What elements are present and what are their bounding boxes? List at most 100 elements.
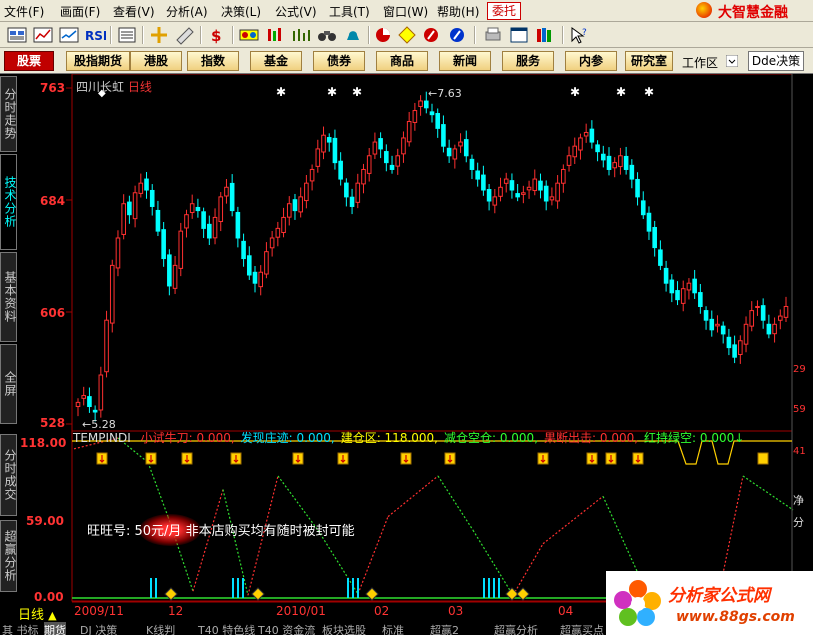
candle-body — [92, 409, 98, 413]
dollar-icon[interactable]: $ — [206, 25, 228, 45]
side-tab-fundamentals[interactable]: 基本资料 — [0, 252, 17, 342]
bottom-tab[interactable]: 超赢买点 — [560, 622, 604, 635]
diamond-icon[interactable] — [396, 25, 418, 45]
candle-body — [315, 148, 321, 167]
candle-body — [224, 186, 229, 197]
nav-index-button[interactable]: 指数 — [187, 51, 239, 71]
candle-body — [326, 137, 332, 143]
bottom-tab[interactable]: 板块选股 — [322, 622, 366, 635]
pie-icon[interactable] — [372, 25, 394, 45]
bottom-tab[interactable]: K线判 — [146, 622, 175, 635]
toolbar-separator — [562, 26, 564, 44]
compare-icon[interactable] — [290, 25, 312, 45]
stock-list-icon[interactable] — [116, 25, 138, 45]
date-label: 02 — [374, 604, 390, 618]
toolbar-separator — [474, 26, 476, 44]
menu-help[interactable]: 帮助(H) — [437, 3, 479, 20]
bottom-tab[interactable]: T40 特色线 — [198, 622, 255, 635]
bottom-tab[interactable]: 超赢分析 — [494, 622, 538, 635]
menu-file[interactable]: 文件(F) — [4, 3, 44, 20]
candle-body — [720, 325, 726, 335]
bottom-tab[interactable]: T40 资金流 — [258, 622, 315, 635]
chart-area[interactable]: ✱ ✱ ✱ ✱ ✱ ✱ ◆ 四川长虹 日线 763 684 606 528 ←7.63 ←5… — [18, 74, 813, 635]
nav-commodity-button[interactable]: 商品 — [376, 51, 428, 71]
candle-body — [583, 131, 589, 137]
nav-bond-button[interactable]: 债券 — [313, 51, 365, 71]
binoculars-icon[interactable] — [316, 25, 338, 45]
side-tab-fullscreen[interactable]: 全屏 — [0, 344, 17, 424]
print-icon[interactable] — [482, 25, 504, 45]
candle-body — [595, 144, 600, 153]
candle-body — [738, 340, 743, 355]
indicator-line — [147, 462, 169, 517]
rsi-icon[interactable]: RSI — [84, 25, 106, 45]
candle-body — [509, 180, 515, 191]
kline-icon[interactable] — [32, 25, 54, 45]
nav-index-futures-button[interactable]: 股指期货 — [66, 51, 130, 71]
candle-body — [384, 151, 389, 164]
period-arrow-icon[interactable]: ▲ — [48, 609, 56, 622]
side-tab-ticks[interactable]: 分时成交 — [0, 434, 17, 516]
menu-tools[interactable]: 工具(T) — [329, 3, 370, 20]
nav-service-button[interactable]: 服务 — [502, 51, 554, 71]
nav-insider-button[interactable]: 内参 — [565, 51, 617, 71]
menu-view[interactable]: 查看(V) — [113, 3, 155, 20]
nav-fund-button[interactable]: 基金 — [250, 51, 302, 71]
chart-canvas[interactable]: ✱ ✱ ✱ ✱ ✱ ✱◆ — [18, 74, 813, 635]
news-icon[interactable] — [238, 25, 260, 45]
entrust-button[interactable]: 委托 — [487, 2, 521, 20]
crosshair-icon[interactable] — [148, 25, 170, 45]
indicator-name: TEMPINDI — [73, 431, 131, 445]
candle-body — [772, 323, 777, 335]
candle-body — [121, 203, 126, 235]
bottom-tab[interactable]: 标准 — [382, 622, 404, 635]
nav-research-button[interactable]: 研究室 — [625, 51, 673, 71]
signal-star-icon: ✱ — [644, 85, 654, 99]
candle-body — [589, 128, 595, 143]
buy-signal-icon — [757, 452, 769, 465]
indicator-axis-label: 0.00 — [34, 590, 64, 604]
side-tab-superwin[interactable]: 超赢分析 — [0, 520, 17, 592]
nav-hk-stocks-button[interactable]: 港股 — [130, 51, 182, 71]
books-icon[interactable] — [534, 25, 556, 45]
window-icon[interactable] — [508, 25, 530, 45]
bell-icon[interactable] — [342, 25, 364, 45]
bottom-tab[interactable]: 期货 — [44, 622, 66, 635]
period-label: 日线 — [18, 608, 45, 623]
workspace-label[interactable]: 工作区 — [682, 54, 718, 71]
nav-stocks-button[interactable]: 股票 — [4, 51, 54, 71]
nav-news-button[interactable]: 新闻 — [439, 51, 491, 71]
menu-formula[interactable]: 公式(V) — [275, 3, 317, 20]
help-pointer-icon[interactable]: ? — [568, 25, 590, 45]
candle-body — [298, 196, 303, 213]
toolbar-separator — [368, 26, 370, 44]
candle-body — [777, 315, 783, 321]
candle-body — [640, 200, 646, 216]
bottom-tab[interactable]: 超赢2 — [430, 622, 459, 635]
bars-icon[interactable] — [264, 25, 286, 45]
period-selector[interactable]: 日线 ▲ — [18, 604, 57, 623]
menu-bar: 文件(F) 画面(F) 查看(V) 分析(A) 决策(L) 公式(V) 工具(T… — [0, 0, 813, 22]
svg-text:?: ? — [582, 28, 587, 38]
menu-screen[interactable]: 画面(F) — [60, 3, 100, 20]
trend-icon[interactable] — [58, 25, 80, 45]
bottom-tab[interactable]: DJ 决策 — [80, 622, 117, 635]
right-axis-label: 分 — [793, 516, 804, 529]
ruler-icon[interactable] — [174, 25, 196, 45]
ad-text: 旺旺号: 50元/月 非本店购买均有随时被封可能 — [87, 524, 355, 539]
workspace-dropdown-icon[interactable] — [726, 55, 738, 67]
candle-body — [623, 155, 629, 170]
blue-pen-icon[interactable] — [446, 25, 468, 45]
candle-body — [521, 192, 526, 195]
menu-window[interactable]: 窗口(W) — [383, 3, 428, 20]
menu-analysis[interactable]: 分析(A) — [166, 3, 208, 20]
dde-decision-button[interactable]: Dde决策 — [748, 51, 804, 71]
red-pen-icon[interactable] — [420, 25, 442, 45]
side-tab-technical[interactable]: 技术分析 — [0, 154, 17, 250]
bottom-tab[interactable]: 其 书标 — [2, 622, 39, 635]
side-tab-intraday[interactable]: 分时走势 — [0, 76, 17, 152]
candle-body — [361, 168, 366, 185]
menu-decision[interactable]: 决策(L) — [221, 3, 261, 20]
indicator-line — [357, 516, 389, 595]
multi-window-icon[interactable] — [6, 25, 28, 45]
